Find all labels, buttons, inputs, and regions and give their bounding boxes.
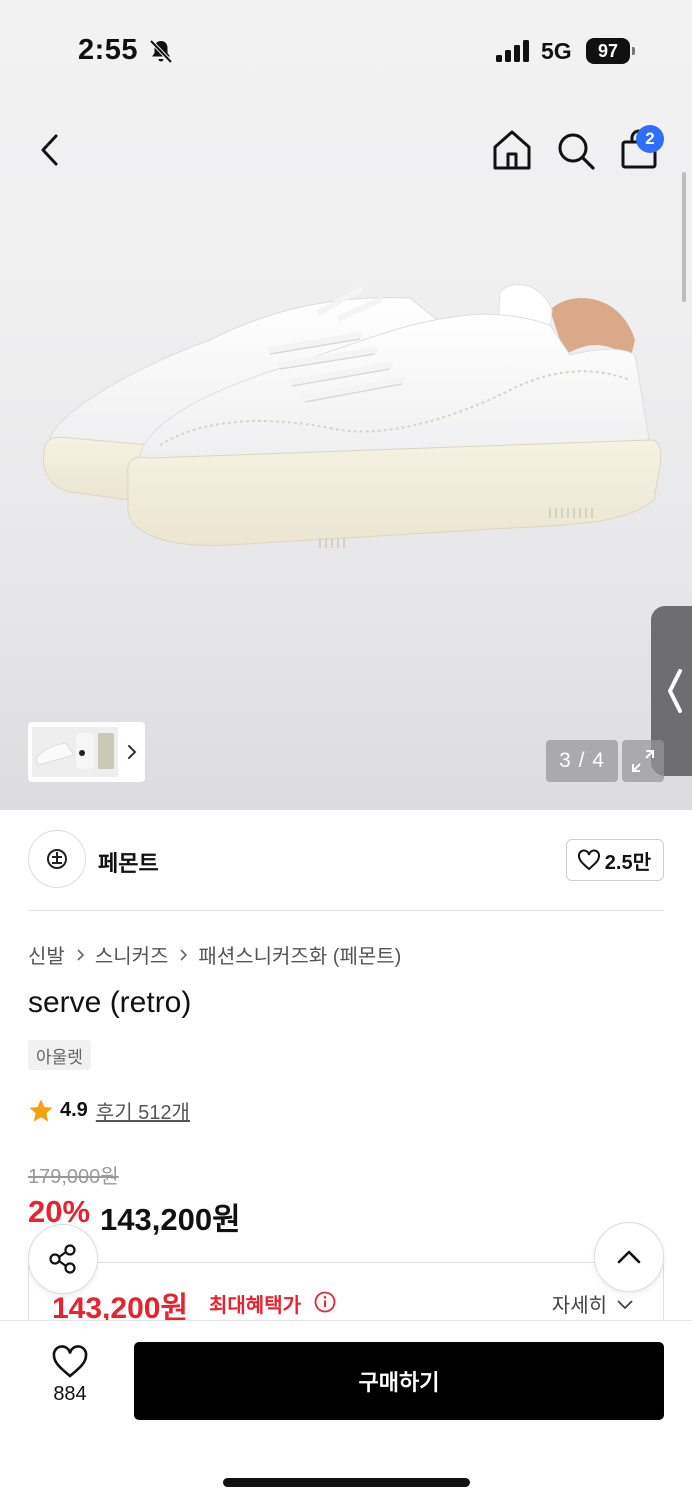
breadcrumb: 신발 스니커즈 패션스니커즈화 (페몬트) xyxy=(28,940,401,969)
battery-icon: 97 xyxy=(586,38,630,64)
status-bar: 2:55 5G 97 xyxy=(0,0,692,100)
brand-name[interactable]: 페몬트 xyxy=(98,846,159,878)
brand-logo-icon xyxy=(47,849,67,869)
breadcrumb-item[interactable]: 신발 xyxy=(28,940,65,969)
rating-row: 4.9 후기 512개 xyxy=(28,1096,190,1125)
brand-like-button[interactable]: 2.5만 xyxy=(565,839,664,881)
benefit-label: 최대혜택가 xyxy=(209,1295,301,1317)
signal-icon xyxy=(496,40,529,62)
rating-score: 4.9 xyxy=(60,1099,88,1121)
bell-off-icon xyxy=(149,39,173,64)
sale-price: 143,200원 xyxy=(100,1202,241,1237)
chevron-right-icon xyxy=(128,745,137,759)
product-tag: 아울렛 xyxy=(28,1040,91,1070)
product-image xyxy=(43,284,662,548)
divider xyxy=(28,910,664,911)
battery-tip xyxy=(632,47,635,55)
heart-icon xyxy=(52,1345,88,1378)
share-icon xyxy=(49,1244,76,1274)
wishlist-button[interactable]: 884 xyxy=(30,1345,110,1425)
breadcrumb-item[interactable]: 패션스니커즈화 (페몬트) xyxy=(198,940,401,969)
home-button[interactable] xyxy=(490,126,534,174)
star-icon xyxy=(29,1099,53,1121)
product-title: serve (retro) xyxy=(28,986,192,1019)
image-counter: 3 / 4 xyxy=(546,740,618,782)
chevron-left-icon xyxy=(668,669,682,713)
search-icon xyxy=(558,133,595,170)
heart-icon xyxy=(577,849,600,871)
info-icon[interactable] xyxy=(314,1291,336,1313)
chevron-up-icon xyxy=(617,1250,641,1264)
share-button[interactable] xyxy=(28,1224,98,1294)
chevron-right-icon xyxy=(77,948,84,961)
detail-label: 자세히 xyxy=(551,1295,607,1317)
search-button[interactable] xyxy=(554,126,598,174)
expand-icon xyxy=(632,750,654,772)
reviews-link[interactable]: 후기 512개 xyxy=(96,1096,190,1125)
bottom-action-bar: 884 구매하기 xyxy=(0,1320,692,1500)
chevron-left-icon xyxy=(41,134,58,166)
thumbnail-image xyxy=(32,727,118,777)
chevron-down-icon xyxy=(617,1299,633,1309)
home-indicator xyxy=(223,1478,470,1487)
scroll-top-button[interactable] xyxy=(594,1222,664,1292)
thumbnail-strip[interactable] xyxy=(28,722,145,782)
wishlist-count: 884 xyxy=(53,1383,87,1405)
brand-row[interactable]: 페몬트 2.5만 xyxy=(28,830,664,888)
scroll-indicator xyxy=(682,172,686,302)
cart-count-badge: 2 xyxy=(636,125,664,153)
brand-like-count: 2.5만 xyxy=(604,851,651,874)
original-price: 179,000원 xyxy=(28,1166,119,1188)
product-gallery[interactable]: 2:55 5G 97 2 3 / 4 xyxy=(0,0,692,810)
network-label: 5G xyxy=(541,38,572,64)
expand-button[interactable] xyxy=(622,740,664,782)
chevron-right-icon xyxy=(180,948,188,961)
detail-toggle[interactable]: 자세히 xyxy=(552,1289,635,1318)
breadcrumb-item[interactable]: 스니커즈 xyxy=(95,940,169,969)
back-button[interactable] xyxy=(28,126,72,174)
buy-button[interactable]: 구매하기 xyxy=(134,1342,664,1420)
status-time: 2:55 xyxy=(78,34,139,66)
brand-logo[interactable] xyxy=(28,830,86,888)
home-icon xyxy=(493,130,531,170)
